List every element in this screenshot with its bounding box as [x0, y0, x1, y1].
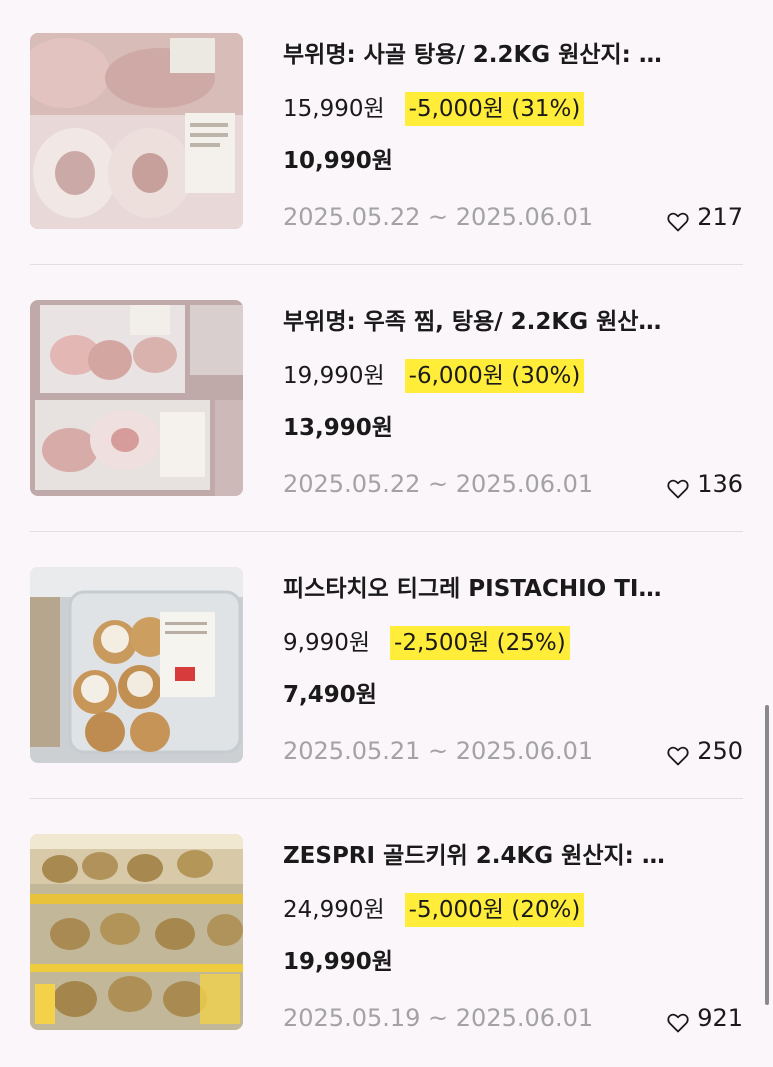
sale-period: 2025.05.22 ~ 2025.06.01 — [283, 470, 594, 498]
product-thumbnail[interactable] — [30, 300, 243, 496]
final-price: 19,990원 — [283, 949, 393, 975]
sale-period: 2025.05.22 ~ 2025.06.01 — [283, 203, 594, 231]
divider — [30, 798, 743, 799]
heart-outline-icon — [667, 741, 689, 766]
original-price: 24,990원 — [283, 897, 385, 923]
list-item[interactable]: 피스타치오 티그레 PISTACHIO TI… 9,990원 -2,500원 (… — [0, 534, 773, 800]
final-price: 10,990원 — [283, 148, 393, 174]
price-row: 9,990원 -2,500원 (25%) — [283, 625, 570, 661]
original-price: 19,990원 — [283, 363, 385, 389]
heart-outline-icon — [667, 207, 689, 232]
product-title: 부위명: 우족 찜, 탕용/ 2.2KG 원산… — [283, 309, 662, 335]
final-price: 7,490원 — [283, 682, 377, 708]
discount-badge: -2,500원 (25%) — [390, 626, 570, 660]
price-row: 15,990원 -5,000원 (31%) — [283, 91, 585, 127]
original-price: 15,990원 — [283, 96, 385, 122]
scrollbar[interactable] — [765, 705, 769, 1005]
price-row: 24,990원 -5,000원 (20%) — [283, 892, 585, 928]
divider — [30, 531, 743, 532]
heart-outline-icon — [667, 1008, 689, 1033]
list-item[interactable]: ZESPRI 골드키위 2.4KG 원산지: … 24,990원 -5,000원… — [0, 801, 773, 1067]
list-item[interactable]: 부위명: 우족 찜, 탕용/ 2.2KG 원산… 19,990원 -6,000원… — [0, 267, 773, 533]
discount-badge: -5,000원 (20%) — [404, 893, 585, 927]
original-price: 9,990원 — [283, 630, 371, 656]
deal-list: 부위명: 사골 탕용/ 2.2KG 원산지: … 15,990원 -5,000원… — [0, 0, 773, 1037]
product-title: 부위명: 사골 탕용/ 2.2KG 원산지: … — [283, 42, 662, 68]
like-button[interactable]: 250 — [667, 734, 743, 768]
product-thumbnail[interactable] — [30, 33, 243, 229]
like-button[interactable]: 921 — [667, 1001, 743, 1035]
product-thumbnail[interactable] — [30, 567, 243, 763]
discount-badge: -6,000원 (30%) — [404, 359, 585, 393]
like-button[interactable]: 217 — [667, 200, 743, 234]
final-price: 13,990원 — [283, 415, 393, 441]
sale-period: 2025.05.21 ~ 2025.06.01 — [283, 737, 594, 765]
sale-period: 2025.05.19 ~ 2025.06.01 — [283, 1004, 594, 1032]
like-count: 136 — [697, 470, 743, 498]
discount-badge: -5,000원 (31%) — [404, 92, 585, 126]
price-row: 19,990원 -6,000원 (30%) — [283, 358, 585, 394]
heart-outline-icon — [667, 474, 689, 499]
like-count: 217 — [697, 203, 743, 231]
product-title: 피스타치오 티그레 PISTACHIO TI… — [283, 576, 662, 602]
like-count: 921 — [697, 1004, 743, 1032]
product-thumbnail[interactable] — [30, 834, 243, 1030]
product-title: ZESPRI 골드키위 2.4KG 원산지: … — [283, 843, 665, 869]
like-button[interactable]: 136 — [667, 467, 743, 501]
list-item[interactable]: 부위명: 사골 탕용/ 2.2KG 원산지: … 15,990원 -5,000원… — [0, 0, 773, 266]
like-count: 250 — [697, 737, 743, 765]
divider — [30, 264, 743, 265]
